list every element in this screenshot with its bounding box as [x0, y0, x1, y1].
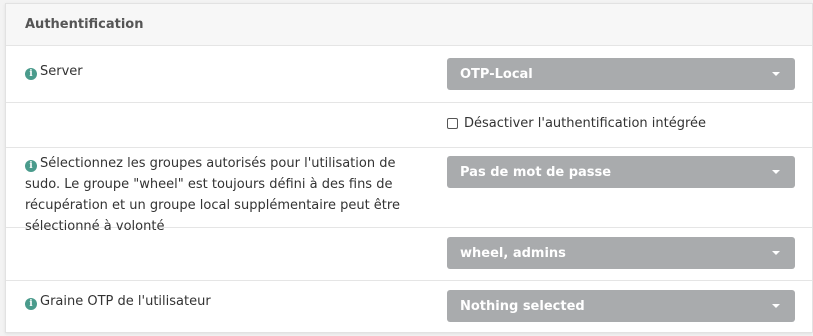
caret-down-icon — [772, 72, 780, 76]
otp-seed-label: i Graine OTP de l'utilisateur — [25, 291, 425, 312]
sudo-groups-select-value: Pas de mot de passe — [460, 164, 612, 180]
sudo-groups-label: i Sélectionnez les groupes autorisés pour… — [25, 153, 425, 237]
caret-down-icon — [772, 304, 780, 308]
disable-auth-label: Désactiver l'authentification intégrée — [464, 116, 707, 131]
authentication-panel: Authentification i Server OTP-Local Désac… — [5, 3, 813, 333]
row-server: i Server OTP-Local — [6, 46, 812, 103]
row-otp-seed: i Graine OTP de l'utilisateur Nothing sel… — [6, 281, 812, 333]
disable-auth-toggle[interactable]: Désactiver l'authentification intégrée — [447, 116, 706, 131]
row-groups: wheel, admins — [6, 228, 812, 281]
groups-select-value: wheel, admins — [460, 245, 566, 261]
sudo-groups-select[interactable]: Pas de mot de passe — [447, 156, 795, 188]
sudo-groups-label-text: Sélectionnez les groupes autorisés pour … — [25, 156, 400, 234]
otp-seed-select-value: Nothing selected — [460, 298, 585, 314]
groups-select[interactable]: wheel, admins — [447, 237, 795, 269]
row-disable-auth: Désactiver l'authentification intégrée — [6, 103, 812, 148]
server-select-value: OTP-Local — [460, 66, 533, 82]
info-icon[interactable]: i — [25, 298, 37, 310]
server-label: i Server — [25, 61, 425, 82]
info-icon[interactable]: i — [25, 68, 37, 80]
caret-down-icon — [772, 170, 780, 174]
server-select[interactable]: OTP-Local — [447, 58, 795, 90]
caret-down-icon — [772, 251, 780, 255]
server-label-text: Server — [40, 64, 83, 79]
disable-auth-checkbox[interactable] — [447, 118, 458, 129]
row-sudo-groups: i Sélectionnez les groupes autorisés pour… — [6, 148, 812, 234]
info-icon[interactable]: i — [25, 160, 37, 172]
otp-seed-select[interactable]: Nothing selected — [447, 290, 795, 322]
panel-title: Authentification — [6, 4, 812, 46]
otp-seed-label-text: Graine OTP de l'utilisateur — [40, 294, 211, 309]
